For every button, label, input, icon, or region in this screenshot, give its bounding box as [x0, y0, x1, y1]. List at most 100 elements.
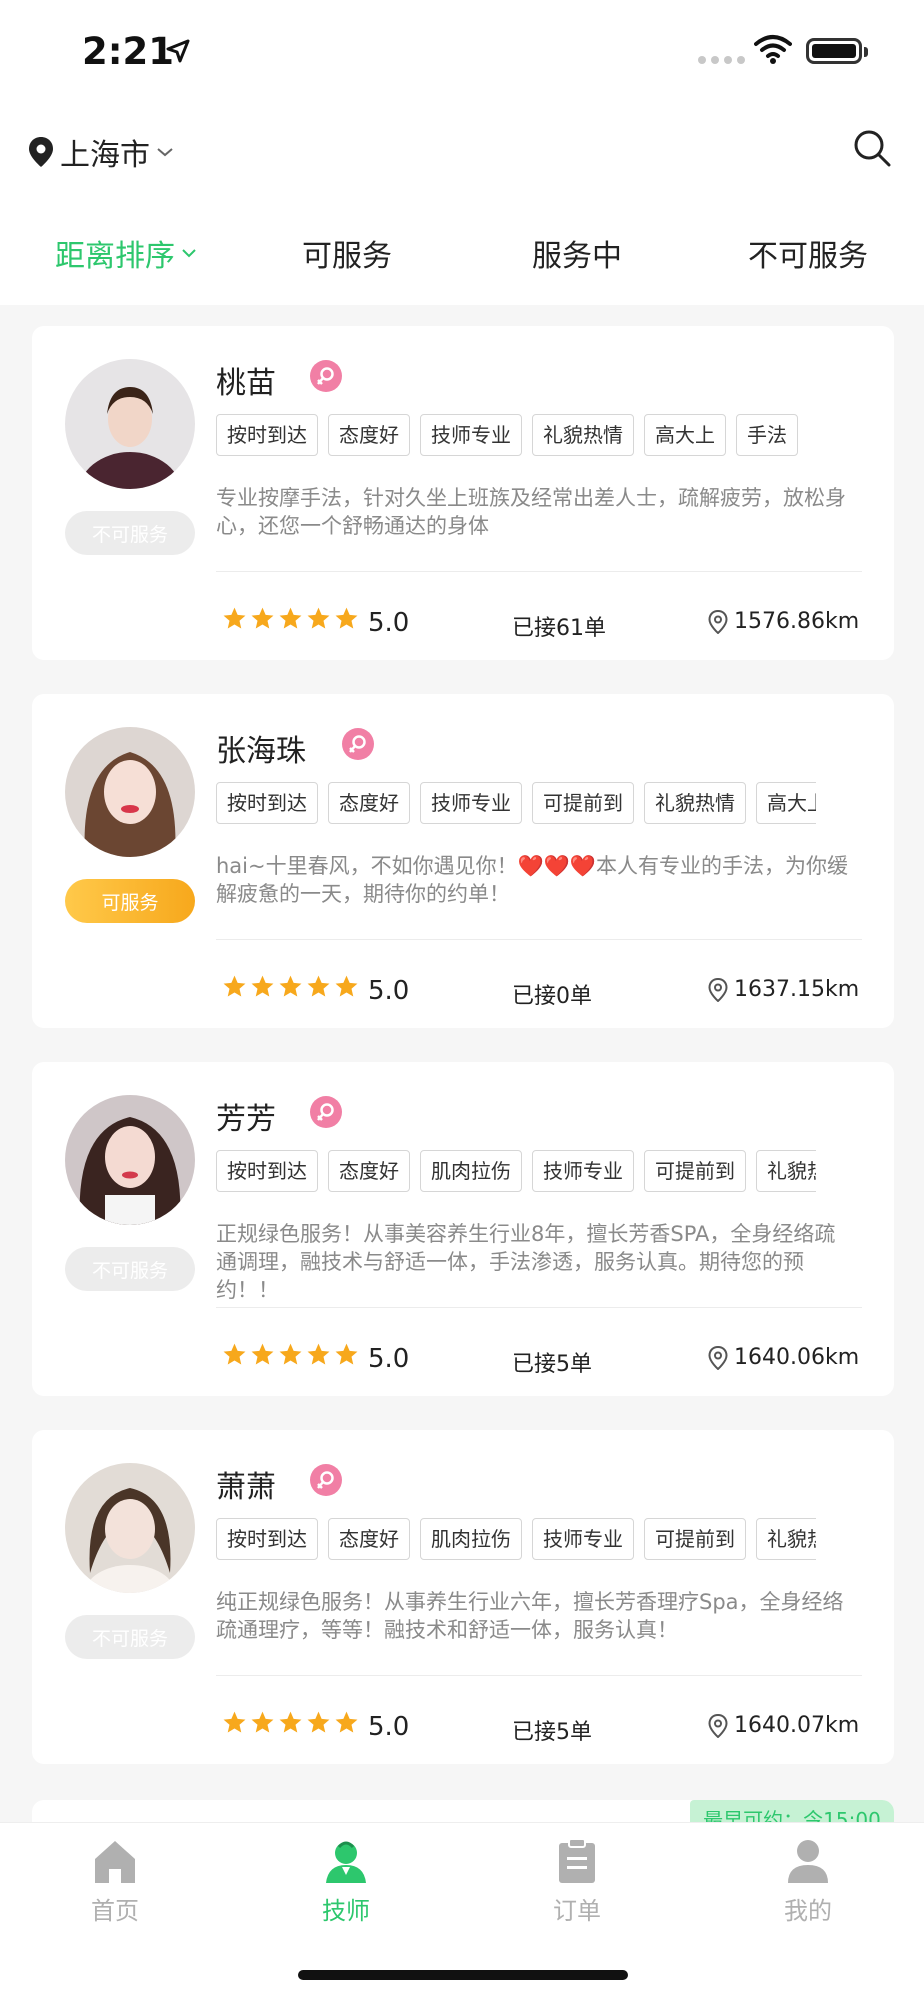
star-icon: [335, 975, 358, 997]
star-rating: [222, 1710, 359, 1735]
star-icon: [307, 1711, 330, 1733]
distance-value: 1637.15km: [734, 977, 860, 1002]
star-icon: [251, 1711, 274, 1733]
tab-label: 可服务: [302, 239, 392, 274]
tab-in-service[interactable]: 服务中: [532, 231, 622, 275]
signal-icon: [698, 56, 745, 64]
star-rating: [222, 974, 359, 999]
avatar: [65, 359, 195, 489]
wifi-icon: [754, 35, 792, 64]
order-count: 已接5单: [512, 1352, 592, 1377]
tag: 手法: [736, 414, 798, 456]
rating-value: 5.0: [368, 976, 410, 1006]
female-icon: [342, 728, 374, 760]
star-icon: [307, 975, 330, 997]
rating-value: 5.0: [368, 1344, 410, 1374]
tag-list: 按时到达 态度好 技师专业 礼貌热情 高大上 手法: [216, 414, 816, 458]
tag: 态度好: [328, 782, 410, 824]
tag: 态度好: [328, 1518, 410, 1560]
nav-technician[interactable]: 技师: [286, 1837, 406, 1926]
tag: 态度好: [328, 1150, 410, 1192]
home-indicator: [298, 1970, 628, 1980]
location-pin-icon: [29, 137, 53, 167]
tag: 肌肉拉伤: [420, 1518, 522, 1560]
tag: 礼貌热情: [532, 414, 634, 456]
header: 上海市: [0, 100, 924, 205]
status-badge: 可服务: [65, 879, 195, 923]
technician-name: 萧萧: [216, 1470, 276, 1505]
star-icon: [279, 975, 302, 997]
star-icon: [307, 1343, 330, 1365]
nav-label: 首页: [91, 1897, 139, 1925]
star-icon: [279, 607, 302, 629]
technician-card[interactable]: 不可服务 芳芳 按时到达态度好肌肉拉伤技师专业可提前到礼貌热情 正规绿色服务！从…: [32, 1062, 894, 1396]
tab-unavailable[interactable]: 不可服务: [748, 231, 868, 275]
distance: 1640.06km: [708, 1345, 859, 1370]
female-icon: [310, 1096, 342, 1128]
nav-label: 我的: [784, 1897, 832, 1925]
home-icon: [95, 1841, 135, 1883]
battery-icon: [806, 38, 868, 64]
nav-profile[interactable]: 我的: [748, 1837, 868, 1926]
technician-name: 桃苗: [216, 366, 276, 401]
technician-description: 纯正规绿色服务！从事养生行业六年，擅长芳香理疗Spa，全身经络疏通理疗，等等！融…: [216, 1590, 844, 1642]
tag: 技师专业: [420, 414, 522, 456]
status-badge: 不可服务: [65, 511, 195, 555]
avatar: [65, 727, 195, 857]
search-icon[interactable]: [852, 128, 892, 168]
tag: 技师专业: [532, 1150, 634, 1192]
tag-list: 按时到达态度好技师专业可提前到礼貌热情高大上: [216, 782, 816, 826]
tag: 高大上: [644, 414, 726, 456]
tab-label: 距离排序: [55, 239, 175, 274]
location-arrow-icon: [166, 39, 190, 63]
chevron-down-icon: [182, 249, 196, 258]
tag: 肌肉拉伤: [420, 1150, 522, 1192]
technician-card[interactable]: 不可服务 桃苗 按时到达 态度好 技师专业 礼貌热情 高大上 手法 专业按摩手法，针对久坐…: [32, 326, 894, 660]
tag: 礼貌热情: [756, 1518, 816, 1560]
technician-name: 芳芳: [216, 1102, 276, 1137]
divider: [216, 939, 862, 940]
rating-value: 5.0: [368, 608, 410, 638]
tag: 态度好: [328, 414, 410, 456]
star-icon: [251, 975, 274, 997]
location-pin-icon: [708, 1345, 728, 1370]
nav-home[interactable]: 首页: [55, 1837, 175, 1926]
status-badge: 不可服务: [65, 1247, 195, 1291]
tag: 可提前到: [644, 1518, 746, 1560]
city-selector[interactable]: 上海市: [28, 130, 174, 174]
tag: 技师专业: [420, 782, 522, 824]
technician-card[interactable]: 不可服务 萧萧 按时到达态度好肌肉拉伤技师专业可提前到礼貌热情 纯正规绿色服务！…: [32, 1430, 894, 1764]
nav-orders[interactable]: 订单: [517, 1837, 637, 1926]
city-name: 上海市: [60, 138, 150, 173]
star-icon: [307, 607, 330, 629]
star-icon: [279, 1343, 302, 1365]
tab-label: 不可服务: [748, 239, 868, 274]
divider: [216, 1307, 862, 1308]
tag: 技师专业: [532, 1518, 634, 1560]
distance: 1637.15km: [708, 977, 859, 1002]
tag: 按时到达: [216, 782, 318, 824]
avatar: [65, 1463, 195, 1593]
star-icon: [279, 1711, 302, 1733]
divider: [216, 571, 862, 572]
tag: 礼貌热情: [644, 782, 746, 824]
tab-distance-sort[interactable]: 距离排序: [55, 231, 197, 275]
female-icon: [310, 1464, 342, 1496]
status-bar: 2:21: [0, 0, 924, 100]
technician-card[interactable]: 可服务 张海珠 按时到达态度好技师专业可提前到礼貌热情高大上 hai~十里春风，…: [32, 694, 894, 1028]
star-icon: [223, 1343, 246, 1365]
star-icon: [251, 607, 274, 629]
technician-name: 张海珠: [216, 734, 306, 769]
location-pin-icon: [708, 1713, 728, 1738]
distance: 1640.07km: [708, 1713, 859, 1738]
star-rating: [222, 1342, 359, 1367]
technician-icon: [326, 1841, 366, 1883]
star-icon: [335, 1343, 358, 1365]
distance: 1576.86km: [708, 609, 859, 634]
tab-available[interactable]: 可服务: [302, 231, 392, 275]
avatar: [65, 1095, 195, 1225]
distance-value: 1576.86km: [734, 609, 860, 634]
tab-label: 服务中: [532, 239, 622, 274]
filter-tabs: 距离排序 可服务 服务中 不可服务: [0, 205, 924, 305]
technician-description: hai~十里春风，不如你遇见你！❤️❤️❤️本人有专业的手法，为你缓解疲惫的一天…: [216, 854, 849, 906]
